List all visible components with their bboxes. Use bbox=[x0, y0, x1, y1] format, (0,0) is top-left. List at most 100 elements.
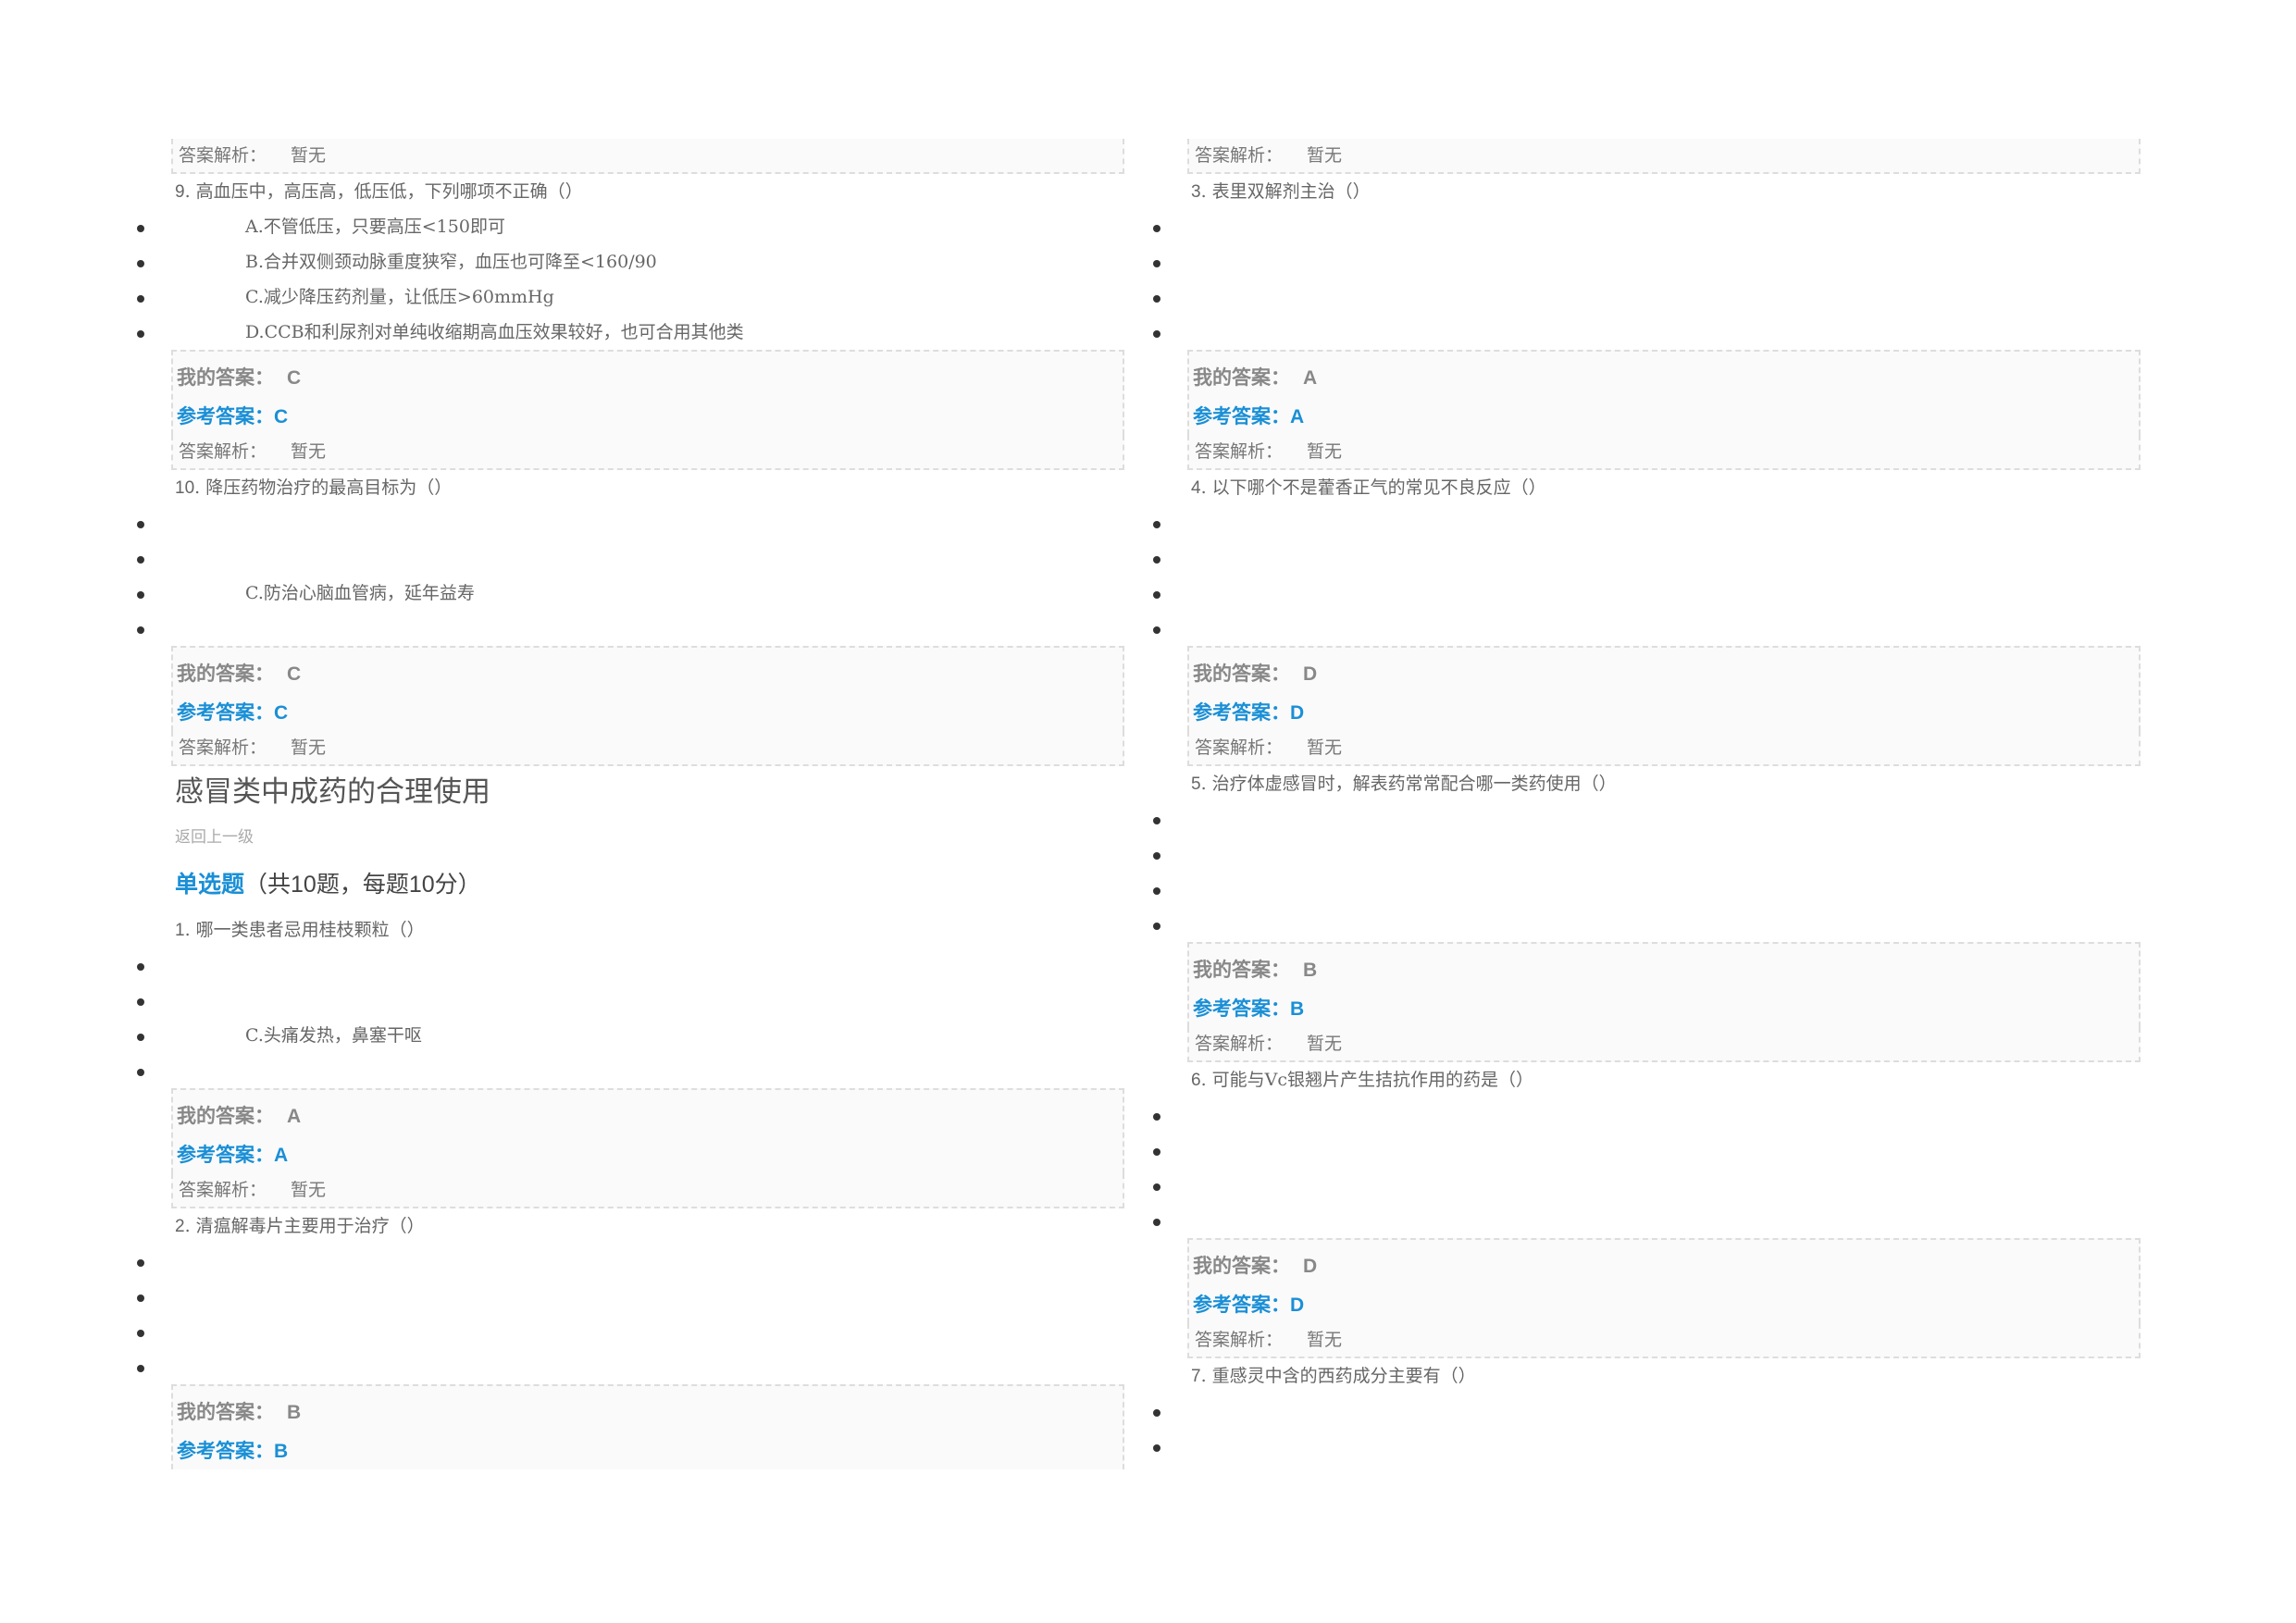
question-7: 7. 重感灵中含的西药成分主要有（） bbox=[1191, 1366, 1476, 1386]
answer-box: 我的答案： D 参考答案：D bbox=[1187, 1238, 2141, 1323]
option-c[interactable] bbox=[137, 1314, 1124, 1349]
bullet-icon bbox=[137, 591, 144, 599]
bullet-icon bbox=[1153, 1113, 1160, 1121]
my-answer: 我的答案： B bbox=[177, 1402, 302, 1423]
answer-explanation: 答案解析： 暂无 bbox=[1187, 139, 2141, 174]
bullet-icon bbox=[1153, 1219, 1160, 1226]
options-list bbox=[1153, 1394, 2141, 1464]
option-c[interactable]: C.头痛发热，鼻塞干呕 bbox=[137, 1018, 1124, 1053]
option-b[interactable] bbox=[1153, 836, 2141, 872]
option-d[interactable] bbox=[1153, 1203, 2141, 1238]
answer-box: 我的答案： D 参考答案：D bbox=[1187, 646, 2141, 731]
option-c[interactable] bbox=[1153, 279, 2141, 315]
answer-explanation: 答案解析： 暂无 bbox=[171, 1173, 1124, 1208]
answer-explanation: 答案解析： 暂无 bbox=[1187, 435, 2141, 470]
option-c[interactable] bbox=[1153, 872, 2141, 907]
bullet-icon bbox=[1153, 1444, 1160, 1452]
option-d[interactable] bbox=[137, 1053, 1124, 1088]
my-answer: 我的答案： B bbox=[1193, 960, 1318, 981]
answer-explanation: 答案解析： 暂无 bbox=[171, 435, 1124, 470]
question-2: 2. 清瘟解毒片主要用于治疗（） bbox=[175, 1216, 425, 1236]
my-answer: 我的答案： A bbox=[177, 1106, 302, 1127]
option-b[interactable] bbox=[137, 983, 1124, 1018]
option-c[interactable] bbox=[1153, 1168, 2141, 1203]
question-9: 9. 高血压中，高压高，低压低，下列哪项不正确（） bbox=[175, 181, 583, 202]
bullet-icon bbox=[137, 260, 144, 267]
option-c[interactable]: C.防治心脑血管病，延年益寿 bbox=[137, 576, 1124, 611]
section-title: 感冒类中成药的合理使用 bbox=[175, 775, 490, 808]
question-6: 6. 可能与Vc银翘片产生拮抗作用的药是（） bbox=[1191, 1070, 1534, 1090]
back-link[interactable]: 返回上一级 bbox=[171, 818, 1124, 857]
question-3: 3. 表里双解剂主治（） bbox=[1191, 181, 1371, 202]
reference-answer: 参考答案：D bbox=[1193, 1295, 1305, 1316]
my-answer: 我的答案： D bbox=[1193, 663, 1318, 685]
question-1: 1. 哪一类患者忌用桂枝颗粒（） bbox=[175, 920, 425, 940]
bullet-icon bbox=[1153, 330, 1160, 338]
my-answer: 我的答案： A bbox=[1193, 367, 1318, 389]
answer-explanation: 答案解析： 暂无 bbox=[171, 731, 1124, 766]
option-a[interactable] bbox=[137, 948, 1124, 983]
bullet-icon bbox=[1153, 556, 1160, 564]
reference-answer: 参考答案：A bbox=[177, 1145, 289, 1166]
bullet-icon bbox=[137, 295, 144, 303]
option-d[interactable] bbox=[1153, 315, 2141, 350]
option-c[interactable] bbox=[1153, 576, 2141, 611]
answer-box: 我的答案： C 参考答案：C bbox=[171, 350, 1124, 435]
option-a[interactable] bbox=[1153, 505, 2141, 540]
answer-box: 我的答案： A 参考答案：A bbox=[171, 1088, 1124, 1173]
option-b[interactable] bbox=[1153, 244, 2141, 279]
options-list bbox=[137, 1244, 1124, 1384]
option-b[interactable] bbox=[137, 540, 1124, 576]
question-4: 4. 以下哪个不是藿香正气的常见不良反应（） bbox=[1191, 477, 1546, 498]
option-d[interactable] bbox=[1153, 907, 2141, 942]
reference-answer: 参考答案：B bbox=[177, 1441, 289, 1462]
bullet-icon bbox=[1153, 1148, 1160, 1156]
option-d[interactable] bbox=[137, 1349, 1124, 1384]
question-5: 5. 治疗体虚感冒时，解表药常常配合哪一类药使用（） bbox=[1191, 774, 1617, 794]
option-a[interactable] bbox=[1153, 1097, 2141, 1133]
reference-answer: 参考答案：C bbox=[177, 702, 289, 724]
bullet-icon bbox=[137, 1365, 144, 1372]
bullet-icon bbox=[137, 963, 144, 971]
bullet-icon bbox=[1153, 626, 1160, 634]
answer-explanation: 答案解析： 暂无 bbox=[171, 139, 1124, 174]
option-a[interactable] bbox=[137, 505, 1124, 540]
my-answer: 我的答案： C bbox=[177, 367, 302, 389]
answer-box: 我的答案： B 参考答案：B bbox=[171, 1384, 1124, 1469]
option-a[interactable] bbox=[1153, 209, 2141, 244]
bullet-icon bbox=[1153, 1183, 1160, 1191]
option-b[interactable] bbox=[1153, 1133, 2141, 1168]
right-column: 答案解析： 暂无 3. 表里双解剂主治（） 我的答案： A 参考答案：A 答案解析：… bbox=[1153, 139, 2141, 1464]
options-list: C.头痛发热，鼻塞干呕 bbox=[137, 948, 1124, 1088]
bullet-icon bbox=[137, 330, 144, 338]
option-a[interactable]: A.不管低压，只要高压<150即可 bbox=[137, 209, 1124, 244]
bullet-icon bbox=[1153, 591, 1160, 599]
options-list bbox=[1153, 801, 2141, 942]
bullet-icon bbox=[137, 521, 144, 528]
option-d[interactable] bbox=[137, 611, 1124, 646]
bullet-icon bbox=[1153, 817, 1160, 824]
option-a[interactable] bbox=[137, 1244, 1124, 1279]
answer-box: 我的答案： A 参考答案：A bbox=[1187, 350, 2141, 435]
option-a[interactable] bbox=[1153, 1394, 2141, 1429]
option-b[interactable] bbox=[137, 1279, 1124, 1314]
option-d[interactable]: D.CCB和利尿剂对单纯收缩期高血压效果较好，也可合用其他类 bbox=[137, 315, 1124, 350]
bullet-icon bbox=[137, 1330, 144, 1337]
bullet-icon bbox=[1153, 923, 1160, 930]
option-c[interactable]: C.减少降压药剂量，让低压>60mmHg bbox=[137, 279, 1124, 315]
bullet-icon bbox=[137, 1069, 144, 1076]
answer-explanation: 答案解析： 暂无 bbox=[1187, 1027, 2141, 1062]
options-list bbox=[1153, 505, 2141, 646]
option-d[interactable] bbox=[1153, 611, 2141, 646]
option-b[interactable]: B.合并双侧颈动脉重度狭窄，血压也可降至<160/90 bbox=[137, 244, 1124, 279]
option-a[interactable] bbox=[1153, 801, 2141, 836]
options-list bbox=[1153, 209, 2141, 350]
reference-answer: 参考答案：A bbox=[1193, 406, 1305, 427]
bullet-icon bbox=[1153, 260, 1160, 267]
reference-answer: 参考答案：B bbox=[1193, 998, 1305, 1020]
question-type-title: 单选题（共10题，每题10分） bbox=[175, 872, 481, 898]
reference-answer: 参考答案：D bbox=[1193, 702, 1305, 724]
option-b[interactable] bbox=[1153, 540, 2141, 576]
option-b[interactable] bbox=[1153, 1429, 2141, 1464]
bullet-icon bbox=[1153, 1409, 1160, 1417]
